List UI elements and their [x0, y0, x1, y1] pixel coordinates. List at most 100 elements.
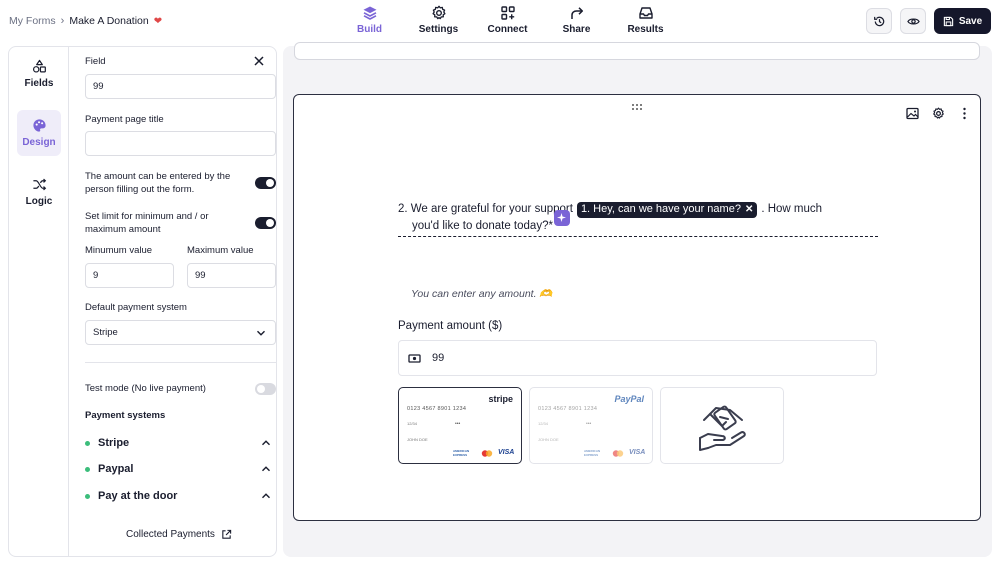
card-expiry: 12/34 — [538, 421, 549, 426]
more-vertical-icon[interactable] — [958, 107, 971, 120]
question-prefix: 2. We are grateful for your support — [398, 203, 573, 215]
shapes-icon — [32, 59, 46, 73]
tab-connect-label: Connect — [487, 24, 528, 35]
image-icon[interactable] — [906, 107, 919, 120]
sidebar-item-design[interactable]: Design — [17, 110, 61, 156]
card-holder: JOHN DOE — [407, 437, 428, 442]
share-icon — [570, 7, 583, 19]
top-bar: My Forms › Make A Donation ❤ Build Setti… — [0, 0, 1000, 44]
breadcrumb: My Forms › Make A Donation ❤ — [9, 15, 162, 27]
tab-results[interactable]: Results — [611, 5, 680, 39]
heart-icon: ❤ — [153, 15, 163, 27]
chevron-up-icon — [262, 493, 270, 499]
card-number: 0123 4567 8901 1234 — [538, 406, 598, 412]
collected-payments-link[interactable]: Collected Payments — [126, 529, 232, 540]
tab-settings-label: Settings — [418, 24, 459, 35]
save-label: Save — [958, 15, 983, 27]
field-input[interactable]: 99 — [85, 74, 276, 99]
payment-system-pay-at-door[interactable]: Pay at the door — [85, 488, 271, 504]
shuffle-icon — [32, 178, 46, 191]
card-expiry: 12/34 — [407, 421, 418, 426]
payment-page-title-input[interactable] — [85, 131, 276, 156]
visa-logo: VISA — [498, 449, 515, 456]
breadcrumb-my-forms[interactable]: My Forms — [9, 15, 56, 27]
chevron-right-icon: › — [60, 15, 65, 27]
min-value-input[interactable]: 9 — [85, 263, 174, 288]
test-mode-toggle[interactable] — [255, 383, 276, 395]
question-line-2: you'd like to donate today?* — [398, 218, 878, 237]
question-hint[interactable]: You can enter any amount. 🫶 — [411, 287, 553, 300]
payment-option-pay-at-door[interactable] — [660, 387, 784, 464]
amount-entry-text: The amount can be entered by the person … — [85, 171, 231, 195]
payment-system-paypal[interactable]: Paypal — [85, 461, 271, 477]
history-icon — [873, 16, 884, 26]
divider — [85, 362, 276, 363]
inbox-icon — [638, 7, 653, 19]
sidebar-item-logic-label: Logic — [25, 196, 53, 207]
payment-systems-label: Payment systems — [85, 410, 166, 421]
palette-icon — [32, 119, 46, 132]
default-payment-system-select[interactable]: Stripe — [85, 320, 276, 345]
card-number: 0123 4567 8901 1234 — [407, 406, 467, 412]
tab-results-label: Results — [627, 24, 664, 35]
connect-icon — [500, 6, 515, 20]
save-button[interactable]: Save — [934, 8, 991, 34]
payment-option-paypal[interactable]: PayPal 0123 4567 8901 1234 12/34 ••• JOH… — [529, 387, 653, 464]
amount-entry-toggle[interactable] — [255, 177, 276, 189]
history-button[interactable] — [866, 8, 892, 34]
paypal-card-image: PayPal 0123 4567 8901 1234 12/34 ••• JOH… — [530, 388, 652, 463]
preview-button[interactable] — [900, 8, 926, 34]
sidebar-item-fields[interactable]: Fields — [17, 51, 61, 97]
floppy-icon — [943, 16, 953, 26]
payment-system-name: Paypal — [98, 463, 134, 475]
tab-settings[interactable]: Settings — [404, 5, 473, 39]
default-payment-system-value: Stripe — [93, 327, 118, 338]
card-toolbar — [906, 107, 971, 120]
amex-logo: AMERICAN EXPRESS — [584, 449, 601, 457]
card-cvv: ••• — [455, 421, 461, 427]
question-card[interactable]: 2. We are grateful for your support 1. H… — [293, 94, 981, 521]
payment-system-name: Pay at the door — [98, 490, 178, 502]
mastercard-logo — [481, 450, 493, 457]
sidebar-item-design-label: Design — [22, 137, 56, 148]
drag-handle-icon[interactable] — [631, 103, 643, 111]
top-actions: Save — [866, 8, 991, 34]
mastercard-logo — [612, 450, 624, 457]
stripe-logo: stripe — [488, 394, 513, 404]
sidebar-item-fields-label: Fields — [24, 78, 54, 89]
sidebar-item-logic[interactable]: Logic — [17, 169, 61, 215]
max-value-input[interactable]: 99 — [187, 263, 276, 288]
previous-question-card[interactable] — [294, 42, 980, 60]
recall-chip[interactable]: 1. Hey, can we have your name? ✕ — [553, 201, 758, 226]
paypal-logo: PayPal — [614, 394, 644, 404]
question-line-1: 2. We are grateful for your support 1. H… — [398, 201, 878, 226]
breadcrumb-current: Make A Donation — [69, 15, 149, 27]
close-icon[interactable]: ✕ — [745, 201, 753, 218]
status-dot — [85, 466, 90, 472]
chevron-down-icon — [257, 330, 265, 336]
sparkle-icon[interactable] — [553, 209, 570, 226]
main-nav: Build Settings Connect Share Results — [335, 5, 680, 39]
tab-build[interactable]: Build — [335, 5, 404, 39]
limit-toggle[interactable] — [255, 217, 276, 229]
question-text[interactable]: 2. We are grateful for your support 1. H… — [398, 201, 878, 237]
tab-share[interactable]: Share — [542, 5, 611, 39]
payment-system-name: Stripe — [98, 437, 130, 449]
payment-option-stripe[interactable]: stripe 0123 4567 8901 1234 12/34 ••• JOH… — [398, 387, 522, 464]
tab-connect[interactable]: Connect — [473, 5, 542, 39]
gear-icon[interactable] — [932, 107, 945, 120]
card-cvv: ••• — [586, 421, 592, 427]
payment-system-stripe[interactable]: Stripe — [85, 435, 271, 451]
status-dot — [85, 440, 90, 446]
close-icon[interactable] — [253, 55, 265, 67]
tab-build-label: Build — [357, 24, 382, 35]
form-canvas: 2. We are grateful for your support 1. H… — [283, 42, 992, 557]
default-payment-system-label: Default payment system — [85, 302, 187, 313]
payment-amount-input[interactable]: 99 — [398, 340, 877, 376]
visa-logo: VISA — [629, 449, 646, 456]
cash-icon — [408, 353, 421, 363]
gear-icon — [431, 5, 446, 20]
payment-settings-panel: Field 99 Payment page title The amount c… — [77, 47, 276, 556]
sidebar-rail: Fields Design Logic — [9, 47, 69, 556]
max-value-label: Maximum value — [187, 245, 254, 256]
